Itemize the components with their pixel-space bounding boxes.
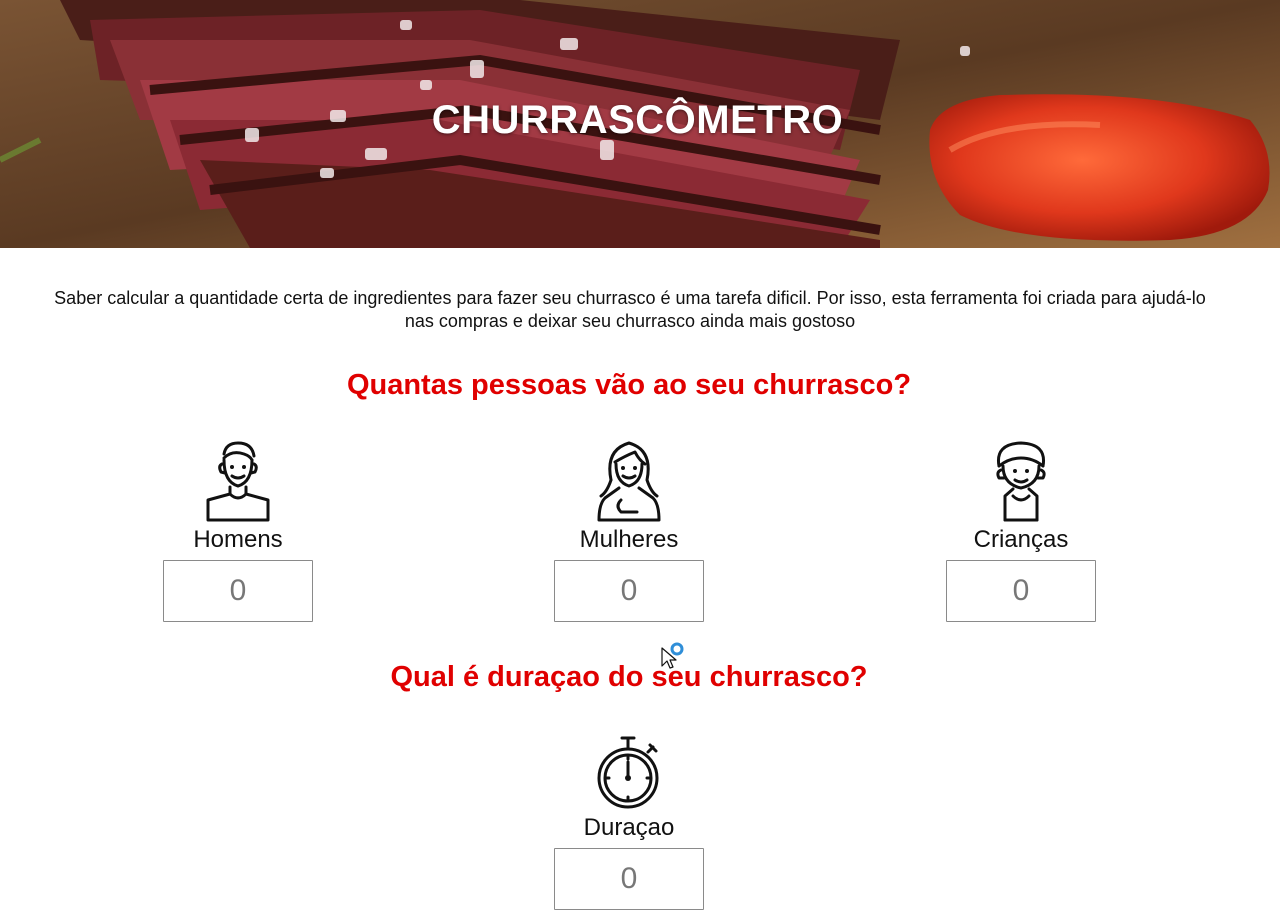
child-icon [996,441,1046,522]
duration-group: Duraçao [519,734,739,910]
kids-count-input[interactable] [946,560,1096,622]
women-count-input[interactable] [554,560,704,622]
kids-group: Crianças [911,440,1131,622]
women-group: Mulheres [519,440,739,622]
man-icon [206,441,270,522]
page-title: CHURRASCÔMETRO [431,98,844,142]
women-label: Mulheres [579,526,679,553]
stopwatch-icon [597,736,659,809]
kids-label: Crianças [973,526,1069,553]
people-question-heading: Quantas pessoas vão ao seu churrasco? [346,369,912,401]
duration-label: Duraçao [583,814,675,841]
duration-question-heading: Qual é duraçao do seu churrasco? [390,661,868,693]
woman-icon [597,441,661,522]
intro-text: Saber calcular a quantidade certa de ing… [54,288,1206,331]
men-group: Homens [128,440,348,622]
men-label: Homens [193,526,283,553]
men-count-input[interactable] [163,560,313,622]
header-banner: CHURRASCÔMETRO [0,0,1280,248]
duration-input[interactable] [554,848,704,910]
